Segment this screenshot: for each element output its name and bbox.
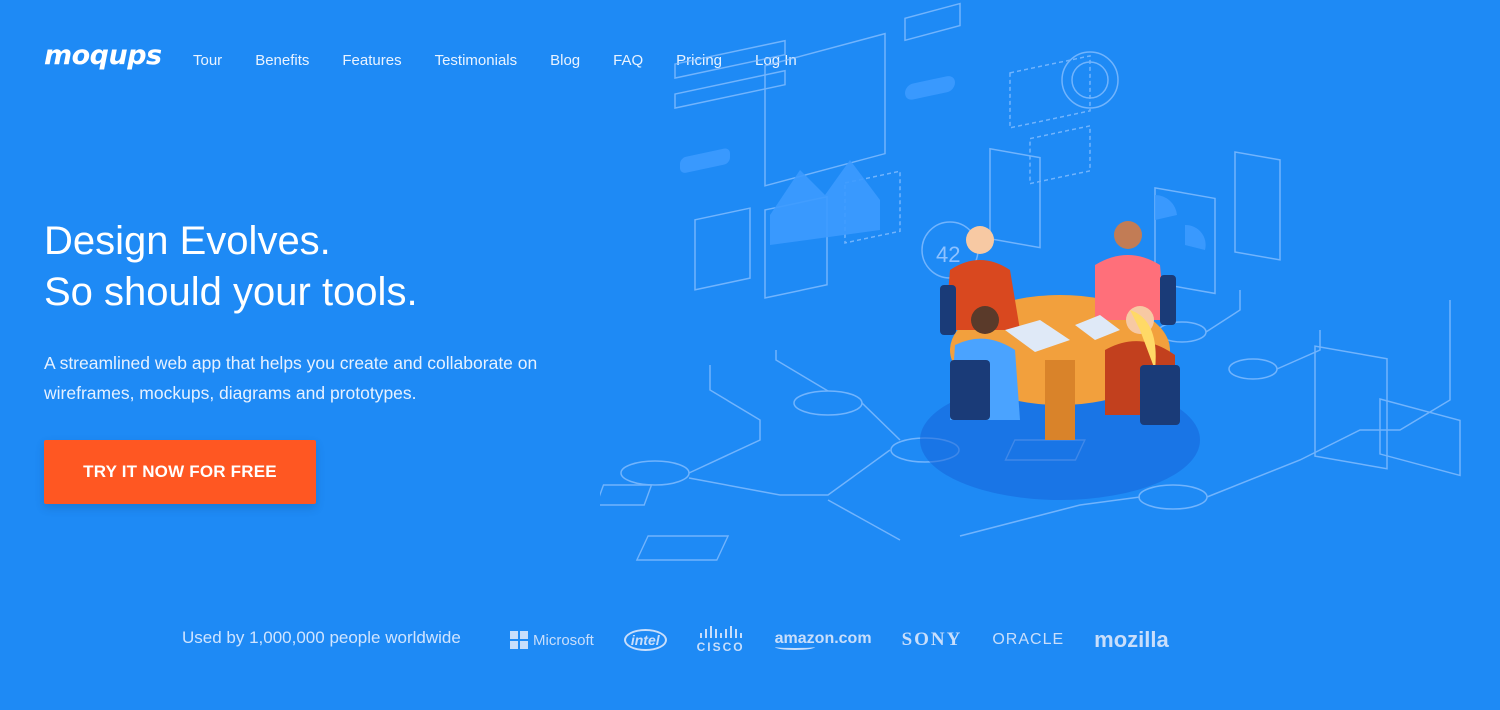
cisco-logo: CISCO	[697, 626, 745, 654]
microsoft-logo: Microsoft	[510, 631, 594, 649]
client-logos: Microsoft intel CISCO amazon.com SONY OR…	[510, 622, 1169, 658]
social-proof-text: Used by 1,000,000 people worldwide	[182, 628, 461, 647]
nav-benefits[interactable]: Benefits	[255, 52, 309, 69]
illustration-counter: 42	[936, 242, 960, 267]
cisco-bars-icon	[699, 626, 742, 638]
cisco-label: CISCO	[696, 640, 745, 654]
nav-testimonials[interactable]: Testimonials	[435, 52, 518, 69]
sony-logo: SONY	[901, 629, 963, 650]
hero-illustration: 42	[600, 2, 1461, 561]
headline-line-1: Design Evolves.	[44, 219, 331, 263]
mozilla-logo: mozilla	[1094, 627, 1169, 652]
hero-subtext: A streamlined web app that helps you cre…	[44, 353, 538, 403]
microsoft-icon	[510, 631, 528, 649]
moqups-logo[interactable]: moqups	[44, 40, 162, 71]
try-it-now-button[interactable]: TRY IT NOW FOR FREE	[44, 440, 316, 504]
nav-tour[interactable]: Tour	[193, 52, 222, 69]
headline-line-2: So should your tools.	[44, 270, 418, 314]
intel-logo: intel	[623, 629, 667, 651]
nav-blog[interactable]: Blog	[550, 52, 580, 69]
oracle-logo: ORACLE	[992, 631, 1065, 648]
amazon-smile-icon	[774, 644, 815, 650]
microsoft-label: Microsoft	[533, 631, 594, 649]
nav-features[interactable]: Features	[342, 52, 401, 69]
amazon-logo: amazon.com	[774, 630, 872, 650]
hero-headline: Design Evolves. So should your tools.	[44, 216, 418, 318]
